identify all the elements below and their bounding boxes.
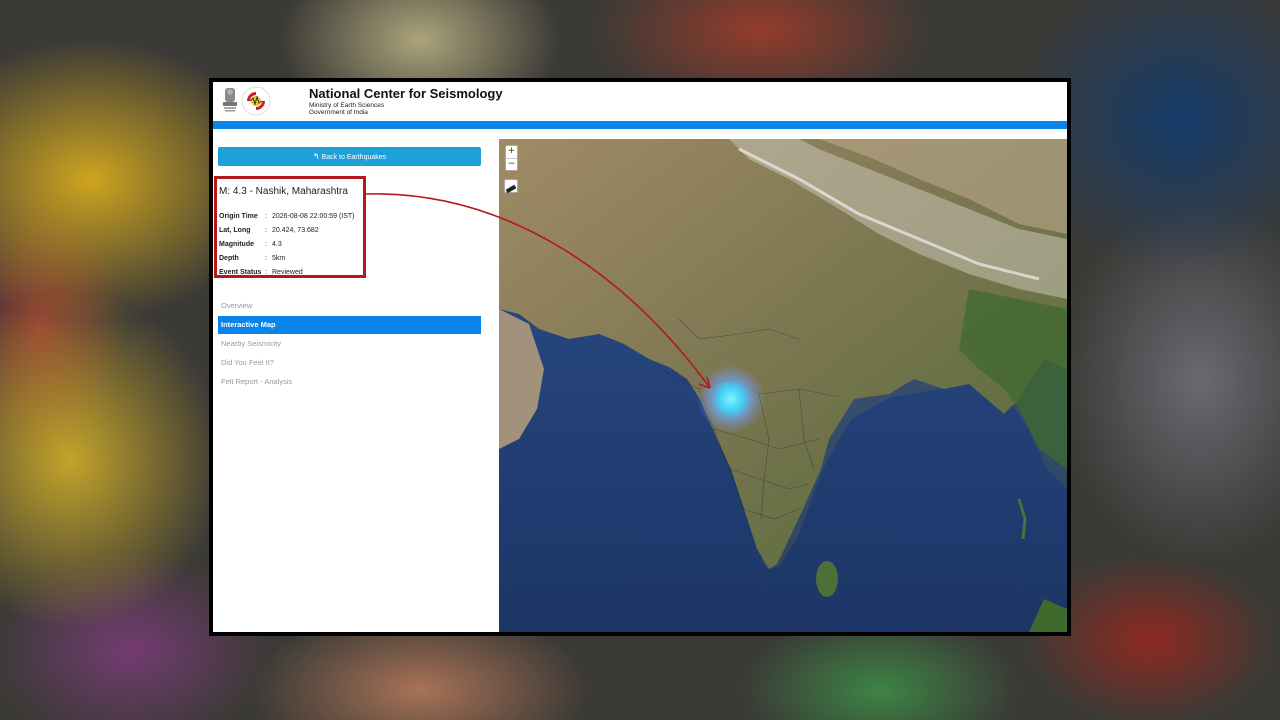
header-accent-bar bbox=[213, 121, 1067, 129]
back-arrow-icon: ↰ bbox=[312, 152, 320, 161]
site-title: National Center for Seismology bbox=[309, 86, 503, 101]
ncs-logo-icon bbox=[241, 86, 271, 116]
menu-item-overview[interactable]: Overview bbox=[218, 297, 481, 315]
epicenter-marker[interactable] bbox=[697, 365, 765, 433]
website-window: National Center for Seismology Ministry … bbox=[213, 82, 1067, 632]
menu-item-did-you-feel-it[interactable]: Did You Feel It? bbox=[218, 354, 481, 372]
menu-item-nearby-seismicity[interactable]: Nearby Seismicity bbox=[218, 335, 481, 353]
measure-tool-button[interactable] bbox=[504, 179, 518, 194]
event-menu: Overview Interactive Map Nearby Seismici… bbox=[218, 297, 481, 392]
red-highlight-box bbox=[214, 176, 366, 278]
interactive-map[interactable]: + − bbox=[499, 139, 1067, 632]
ruler-icon bbox=[505, 184, 517, 194]
back-button-label: Back to Earthquakes bbox=[321, 154, 387, 161]
satellite-map-image bbox=[499, 139, 1067, 632]
national-emblem-icon bbox=[223, 88, 237, 112]
map-zoom-control: + − bbox=[505, 145, 518, 171]
ministry-label: Ministry of Earth Sciences bbox=[309, 102, 385, 109]
zoom-in-button[interactable]: + bbox=[506, 146, 517, 158]
back-to-earthquakes-button[interactable]: ↰ Back to Earthquakes bbox=[218, 147, 481, 166]
government-label: Government of India bbox=[309, 109, 368, 116]
menu-item-felt-report-analysis[interactable]: Felt Report - Analysis bbox=[218, 373, 481, 391]
screenshot-frame: National Center for Seismology Ministry … bbox=[209, 78, 1071, 636]
site-header: National Center for Seismology Ministry … bbox=[213, 82, 1067, 120]
menu-item-interactive-map[interactable]: Interactive Map bbox=[218, 316, 481, 334]
zoom-out-button[interactable]: − bbox=[506, 158, 517, 171]
